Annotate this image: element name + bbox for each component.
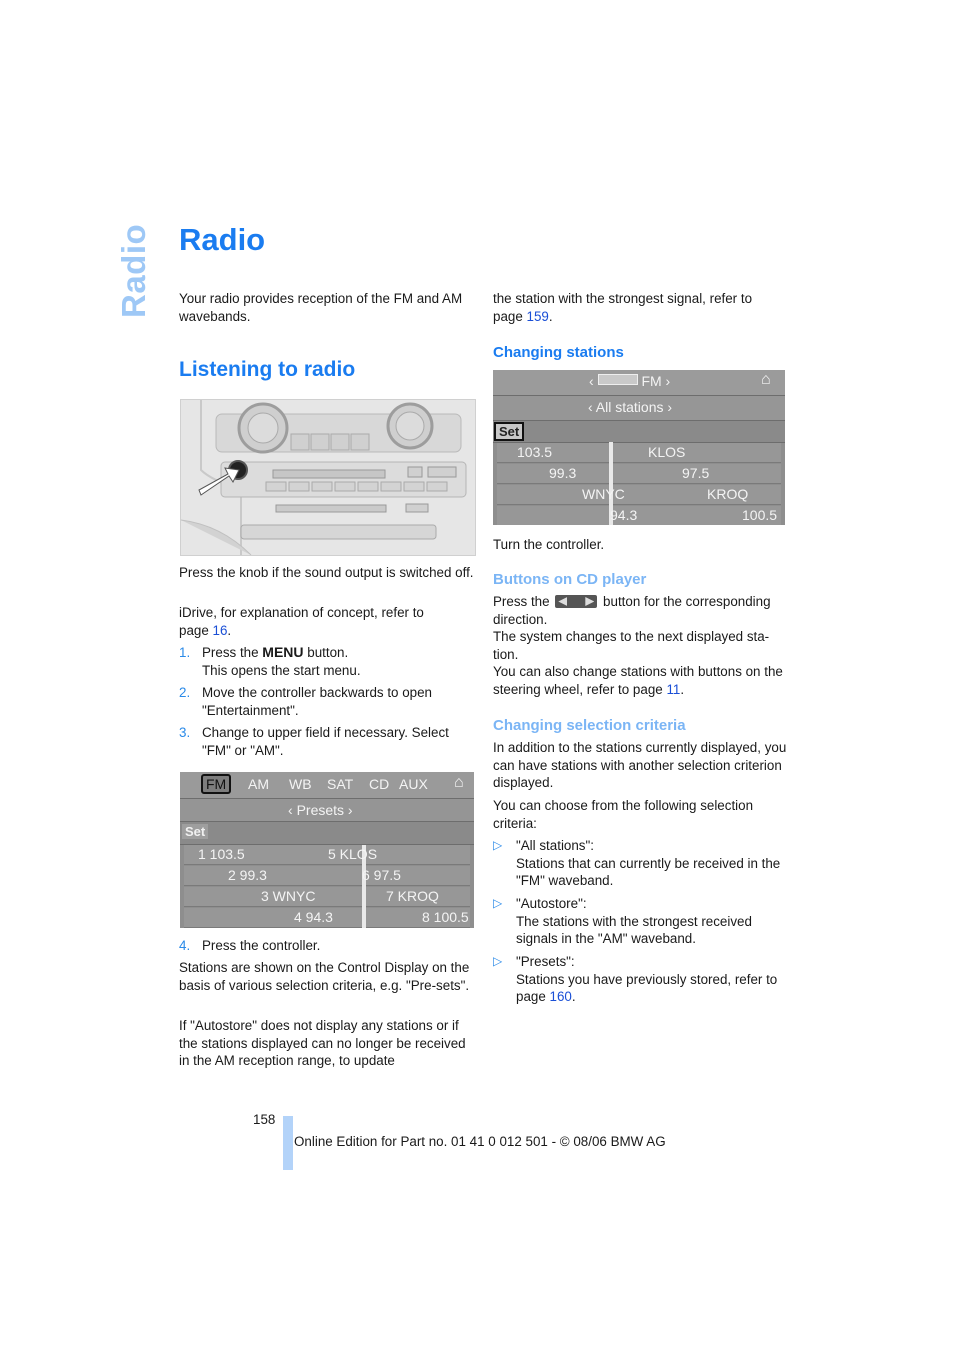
set-label: Set [494,422,525,441]
edition-notice: Online Edition for Part no. 01 41 0 012 … [294,1134,666,1149]
selection-criteria-p1: In addition to the stations currently di… [493,740,787,791]
page-title: Radio [179,222,266,257]
menu-button-glyph: MENU [262,644,304,660]
tab-fm-selected: FM [201,774,232,794]
intro-paragraph: Your radio provides reception of the FM … [179,291,463,324]
knob-caption: Press the knob if the sound output is sw… [179,565,474,580]
step-2: 2. Move the controller backwards to open… [179,685,432,718]
page-link-160[interactable]: 160 [550,989,572,1004]
station-99-3: 99.3 [549,465,577,481]
station-wnyc: WNYC [582,486,625,502]
criterion-presets: ‹ Presets › [288,802,353,818]
subheading-changing-stations: Changing stations [493,344,624,361]
station-97-5: 97.5 [682,465,710,481]
presets-display-screenshot: FM AM WB SAT CD AUX ⌂ ‹ Presets › Set 1 … [180,772,474,928]
page-link-159[interactable]: 159 [527,309,549,324]
band-selector: ‹ FM › [589,373,671,389]
seek-buttons-icon [555,595,598,608]
controller-icon: ⌂ [454,774,464,791]
station-100-5: 100.5 [742,507,778,523]
criterion-all-stations: ‹ All stations › [588,399,673,415]
preset-8: 8 100.5 [422,909,469,925]
step-1: 1. Press the MENU button. This opens the… [179,644,361,678]
subheading-selection-criteria: Changing selection criteria [493,717,686,734]
selection-criteria-note: Stations are shown on the Control Displa… [179,960,470,993]
page-link-16[interactable]: 16 [213,623,228,638]
radio-console-image [180,399,476,556]
controller-icon: ⌂ [761,371,771,388]
station-94-3: 94.3 [610,507,638,523]
preset-6: 6 97.5 [362,867,401,883]
station-103-5: 103.5 [517,444,553,460]
tab-aux: AUX [399,776,428,792]
section-heading-listening: Listening to radio [179,358,356,381]
selection-criteria-p2: You can choose from the following select… [493,798,754,831]
page-number: 158 [253,1112,276,1127]
footer-accent-bar [283,1116,293,1170]
set-label: Set [182,824,209,839]
side-chapter-tab: Radio [115,223,152,318]
tab-am: AM [248,776,269,792]
idrive-reference: iDrive, for explanation of concept, refe… [179,605,424,638]
subheading-cd-buttons: Buttons on CD player [493,571,647,588]
cd-buttons-paragraph: Press the button for the corresponding d… [493,594,783,697]
step-4: 4. Press the controller. [179,938,321,953]
triangle-bullet-icon: ▷ [493,838,503,852]
station-klos: KLOS [648,444,686,460]
page-link-11[interactable]: 11 [666,682,680,697]
triangle-bullet-icon: ▷ [493,954,503,968]
tab-wb: WB [289,776,312,792]
station-kroq: KROQ [707,486,749,502]
step-3: 3. Change to upper field if necessary. S… [179,725,449,758]
all-stations-display-screenshot: ‹ FM › ⌂ ‹ All stations › Set 103.5 99.3… [493,370,785,525]
preset-5: 5 KLOS [328,846,378,862]
preset-1: 1 103.5 [198,846,245,862]
turn-controller-caption: Turn the controller. [493,537,605,552]
autostore-note-continued: the station with the strongest signal, r… [493,291,753,324]
preset-2: 2 99.3 [228,867,267,883]
preset-3: 3 WNYC [261,888,316,904]
tab-sat: SAT [327,776,354,792]
preset-4: 4 94.3 [294,909,333,925]
triangle-bullet-icon: ▷ [493,896,503,910]
tab-cd: CD [369,776,390,792]
autostore-note: If "Autostore" does not display any stat… [179,1018,466,1069]
preset-7: 7 KROQ [386,888,439,904]
